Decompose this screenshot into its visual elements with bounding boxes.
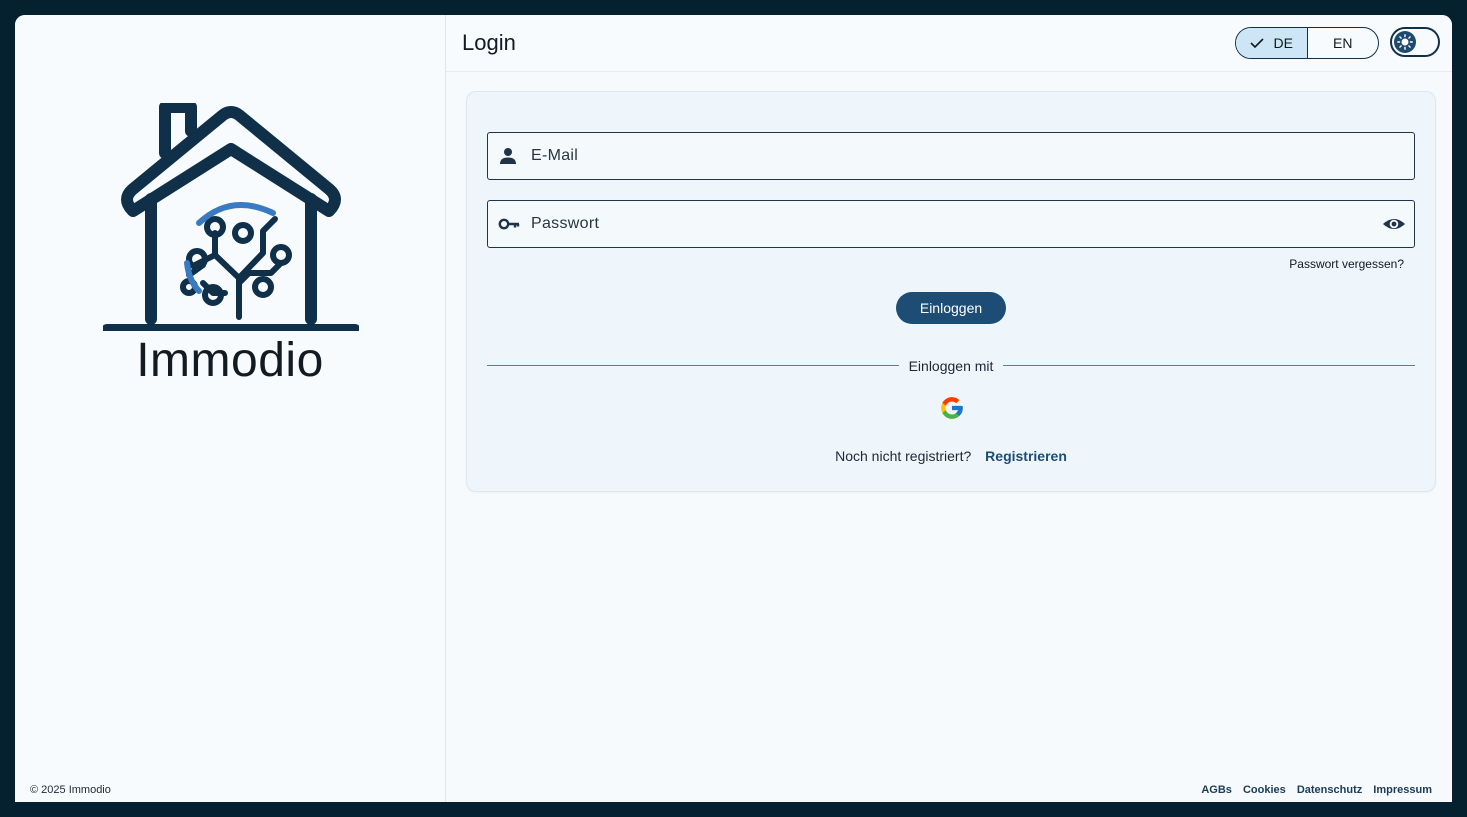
key-icon <box>498 218 520 230</box>
email-field[interactable] <box>487 132 1415 180</box>
house-logo-icon <box>103 103 359 331</box>
main-content: Login DE EN E-Mail Passwort vergessen? E… <box>446 15 1452 802</box>
footer-link-datenschutz[interactable]: Datenschutz <box>1297 784 1362 796</box>
theme-toggle-knob <box>1394 31 1416 53</box>
language-option-label: DE <box>1273 35 1293 51</box>
register-question: Noch nicht registriert? <box>835 448 972 464</box>
footer-links: AGBs Cookies Datenschutz Impressum <box>1193 784 1432 796</box>
register-row: Noch nicht registriert? Registrieren <box>467 448 1435 464</box>
password-input[interactable] <box>531 201 1371 247</box>
google-icon[interactable] <box>939 395 965 421</box>
language-toggle-group: DE EN <box>1235 27 1379 59</box>
brand-panel: Immodio © 2025 Immodio <box>15 15 446 802</box>
language-option-de[interactable]: DE <box>1236 28 1308 58</box>
language-option-en[interactable]: EN <box>1308 28 1379 58</box>
email-input[interactable] <box>531 133 1371 179</box>
divider-label: Einloggen mit <box>908 358 994 374</box>
sun-icon <box>1397 34 1413 50</box>
footer-link-impressum[interactable]: Impressum <box>1373 784 1432 796</box>
password-field[interactable] <box>487 200 1415 248</box>
brand-name: Immodio <box>136 334 324 387</box>
forgot-password-link[interactable]: Passwort vergessen? <box>1289 257 1404 271</box>
divider-line-right <box>1003 365 1415 366</box>
top-bar: Login DE EN <box>446 15 1452 72</box>
login-card: Passwort vergessen? Einloggen Einloggen … <box>466 91 1436 492</box>
app-window: Immodio © 2025 Immodio Login DE EN E-Mai… <box>15 15 1452 802</box>
theme-toggle[interactable] <box>1390 27 1440 57</box>
person-icon <box>500 148 516 164</box>
footer-link-agbs[interactable]: AGBs <box>1201 784 1232 796</box>
register-link[interactable]: Registrieren <box>985 448 1067 464</box>
language-option-label: EN <box>1333 35 1353 51</box>
check-icon <box>1249 38 1264 49</box>
footer-link-cookies[interactable]: Cookies <box>1243 784 1286 796</box>
login-button[interactable]: Einloggen <box>896 292 1006 324</box>
copyright-text: © 2025 Immodio <box>30 784 111 796</box>
page-title: Login <box>462 30 516 55</box>
eye-icon[interactable] <box>1382 213 1406 235</box>
